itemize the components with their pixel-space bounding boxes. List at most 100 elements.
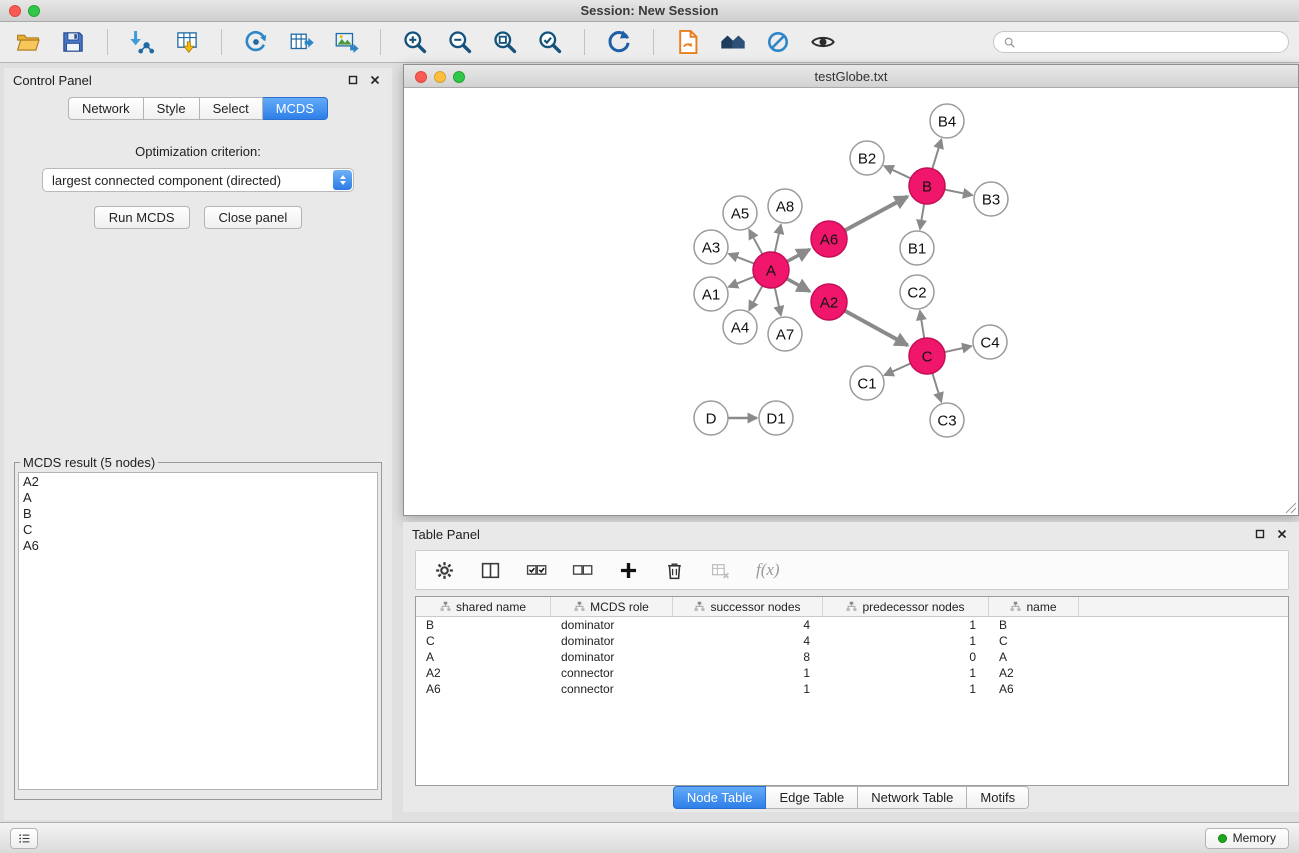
edge-A6-B[interactable] <box>844 197 908 231</box>
cell[interactable]: B <box>416 618 551 632</box>
mcds-result-list[interactable]: A2ABCA6 <box>18 472 378 790</box>
column-header-shared-name[interactable]: shared name <box>416 597 551 616</box>
table-row[interactable]: A2connector11A2 <box>416 665 1288 681</box>
graph-node-B[interactable]: B <box>909 168 945 204</box>
float-table-panel-button[interactable] <box>1252 527 1268 542</box>
cell[interactable]: connector <box>551 682 673 696</box>
column-header-name[interactable]: name <box>989 597 1079 616</box>
edge-A-A6[interactable] <box>786 249 810 262</box>
graph-node-D1[interactable]: D1 <box>759 401 793 435</box>
save-button[interactable] <box>55 26 91 58</box>
cell[interactable]: 0 <box>823 650 989 664</box>
close-network-button[interactable] <box>415 71 427 83</box>
edge-B-B1[interactable] <box>920 203 924 229</box>
graph-node-B2[interactable]: B2 <box>850 141 884 175</box>
graph-node-C2[interactable]: C2 <box>900 275 934 309</box>
graph-node-A3[interactable]: A3 <box>694 230 728 264</box>
cell[interactable]: 1 <box>673 666 823 680</box>
cell[interactable]: B <box>989 618 1079 632</box>
memory-button[interactable]: Memory <box>1205 828 1289 849</box>
cell[interactable]: A <box>416 650 551 664</box>
cell[interactable]: C <box>416 634 551 648</box>
cell[interactable]: 1 <box>823 634 989 648</box>
edge-C-C1[interactable] <box>884 363 911 375</box>
edge-C-C2[interactable] <box>920 311 925 339</box>
edge-C-C3[interactable] <box>932 372 941 402</box>
zoom-in-button[interactable] <box>397 26 433 58</box>
search-input[interactable] <box>1021 34 1279 50</box>
export-table-button[interactable] <box>283 26 319 58</box>
network-canvas[interactable]: B4B2BB3A5A8A6A3B1AC2A1A2A4A7C4CC1C3DD1 <box>404 88 1298 515</box>
edge-B-B2[interactable] <box>884 166 911 179</box>
graph-node-C[interactable]: C <box>909 338 945 374</box>
clear-table-button[interactable] <box>708 558 733 583</box>
zoom-fit-button[interactable] <box>487 26 523 58</box>
table-row[interactable]: Cdominator41C <box>416 633 1288 649</box>
graph-node-D[interactable]: D <box>694 401 728 435</box>
result-item[interactable]: B <box>23 506 373 522</box>
table-row[interactable]: Adominator80A <box>416 649 1288 665</box>
tab-mcds[interactable]: MCDS <box>263 97 328 120</box>
tab-select[interactable]: Select <box>200 97 263 120</box>
resize-grip-icon[interactable] <box>1285 502 1297 514</box>
zoom-window-button[interactable] <box>28 5 40 17</box>
edge-B-B4[interactable] <box>932 139 941 170</box>
tab-edge-table[interactable]: Edge Table <box>766 786 858 809</box>
graph-node-A5[interactable]: A5 <box>723 196 757 230</box>
table-row[interactable]: Bdominator41B <box>416 617 1288 633</box>
tab-network[interactable]: Network <box>68 97 144 120</box>
tab-motifs[interactable]: Motifs <box>967 786 1029 809</box>
edge-C-C4[interactable] <box>944 346 972 352</box>
cell[interactable]: A2 <box>416 666 551 680</box>
cell[interactable]: 8 <box>673 650 823 664</box>
cell[interactable]: 1 <box>823 682 989 696</box>
cell[interactable]: dominator <box>551 634 673 648</box>
edge-A-A7[interactable] <box>775 287 781 316</box>
graph-node-C3[interactable]: C3 <box>930 403 964 437</box>
cell[interactable]: connector <box>551 666 673 680</box>
graph-node-A1[interactable]: A1 <box>694 277 728 311</box>
cell[interactable]: 1 <box>823 618 989 632</box>
edge-A-A4[interactable] <box>749 285 763 310</box>
edge-A-A3[interactable] <box>729 254 755 264</box>
function-builder-button[interactable]: f(x) <box>754 558 782 582</box>
result-item[interactable]: A2 <box>23 474 373 490</box>
graph-node-A8[interactable]: A8 <box>768 189 802 223</box>
edge-A-A5[interactable] <box>749 230 763 255</box>
float-panel-button[interactable] <box>345 73 361 88</box>
run-mcds-button[interactable]: Run MCDS <box>94 206 190 229</box>
graph-node-A[interactable]: A <box>753 252 789 288</box>
select-all-button[interactable] <box>524 558 549 583</box>
open-file-button[interactable] <box>10 26 46 58</box>
edge-A2-C[interactable] <box>844 310 908 345</box>
network-window-titlebar[interactable]: testGlobe.txt <box>404 65 1298 88</box>
cell[interactable]: 1 <box>823 666 989 680</box>
close-window-button[interactable] <box>9 5 21 17</box>
zoom-selected-button[interactable] <box>532 26 568 58</box>
graph-node-B4[interactable]: B4 <box>930 104 964 138</box>
hide-details-button[interactable] <box>760 26 796 58</box>
network-graph-svg[interactable]: B4B2BB3A5A8A6A3B1AC2A1A2A4A7C4CC1C3DD1 <box>404 88 1298 515</box>
close-panel-button-2[interactable]: Close panel <box>204 206 303 229</box>
export-network-button[interactable] <box>238 26 274 58</box>
result-item[interactable]: A <box>23 490 373 506</box>
table-row[interactable]: A6connector11A6 <box>416 681 1288 697</box>
delete-rows-button[interactable] <box>662 558 687 583</box>
deselect-all-button[interactable] <box>570 558 595 583</box>
close-panel-button[interactable] <box>367 73 383 88</box>
tab-style[interactable]: Style <box>144 97 200 120</box>
result-item[interactable]: C <box>23 522 373 538</box>
cell[interactable]: 4 <box>673 634 823 648</box>
import-network-button[interactable] <box>124 26 160 58</box>
cell[interactable]: dominator <box>551 650 673 664</box>
graph-node-C1[interactable]: C1 <box>850 366 884 400</box>
zoom-out-button[interactable] <box>442 26 478 58</box>
tab-network-table[interactable]: Network Table <box>858 786 967 809</box>
graph-node-A2[interactable]: A2 <box>811 284 847 320</box>
settings-button[interactable] <box>432 558 457 583</box>
cell[interactable]: A6 <box>416 682 551 696</box>
column-header-predecessor-nodes[interactable]: predecessor nodes <box>823 597 989 616</box>
columns-button[interactable] <box>478 558 503 583</box>
cell[interactable]: dominator <box>551 618 673 632</box>
cell[interactable]: A <box>989 650 1079 664</box>
